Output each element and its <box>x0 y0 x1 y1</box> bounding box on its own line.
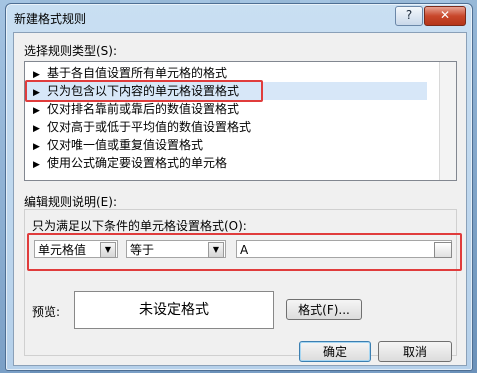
rule-type-item[interactable]: ▶ 使用公式确定要设置格式的单元格 <box>27 154 427 172</box>
cancel-button[interactable]: 取消 <box>378 341 452 362</box>
play-arrow-icon: ▶ <box>33 160 40 170</box>
selection-highlight-annotation <box>25 80 263 102</box>
rule-type-label: 选择规则类型(S): <box>24 44 118 58</box>
value-input[interactable]: A <box>236 240 452 258</box>
operator-combo[interactable]: 等于 ▼ <box>126 240 226 258</box>
format-preview: 未设定格式 <box>74 291 274 329</box>
help-icon: ? <box>405 8 413 22</box>
condition-label: 只为满足以下条件的单元格设置格式(O): <box>32 219 247 233</box>
rule-type-list[interactable]: ▶ 基于各自值设置所有单元格的格式 ▶ 只为包含以下内容的单元格设置格式 ▶ 仅对排名… <box>24 61 457 181</box>
new-format-rule-dialog: 新建格式规则 ? ✕ 选择规则类型(S): ▶ 基于各自值设置所有单元格的格式 ▶… <box>5 3 473 371</box>
title-bar: 新建格式规则 ? ✕ <box>6 4 472 30</box>
dialog-body: 选择规则类型(S): ▶ 基于各自值设置所有单元格的格式 ▶ 只为包含以下内容的单元… <box>13 32 467 366</box>
rule-type-item[interactable]: ▶ 仅对唯一值或重复值设置格式 <box>27 136 427 154</box>
chevron-down-icon[interactable]: ▼ <box>208 242 224 258</box>
field-combo[interactable]: 单元格值 ▼ <box>34 240 118 258</box>
ok-button[interactable]: 确定 <box>299 341 371 362</box>
chevron-down-icon[interactable]: ▼ <box>100 242 116 258</box>
help-button[interactable]: ? <box>395 6 423 26</box>
rule-type-item[interactable]: ▶ 仅对高于或低于平均值的数值设置格式 <box>27 118 427 136</box>
dialog-title: 新建格式规则 <box>14 12 87 26</box>
close-button[interactable]: ✕ <box>424 6 466 26</box>
preview-label: 预览: <box>32 305 61 319</box>
rule-type-item[interactable]: ▶ 仅对排名靠前或靠后的数值设置格式 <box>27 100 427 118</box>
close-icon: ✕ <box>439 8 451 22</box>
edit-description-label: 编辑规则说明(E): <box>24 195 117 209</box>
range-select-icon[interactable] <box>434 242 452 258</box>
format-button[interactable]: 格式(F)... <box>286 299 362 320</box>
list-scrollbar[interactable] <box>439 62 456 180</box>
